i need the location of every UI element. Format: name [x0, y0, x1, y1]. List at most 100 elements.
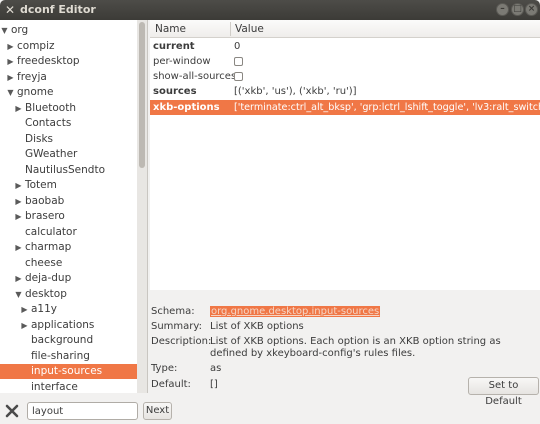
tree-item-label: calculator — [25, 225, 77, 238]
collapsed-arrow-icon[interactable]: ▶ — [14, 271, 23, 286]
key-value[interactable]: [('xkb', 'us'), ('xkb', 'ru')] — [234, 84, 357, 99]
tree-item-label: input-sources — [31, 365, 103, 377]
tree-item-calculator[interactable]: calculator — [0, 225, 137, 240]
tree-item-file-sharing[interactable]: file-sharing — [0, 349, 137, 364]
tree-item-label: brasero — [25, 210, 65, 222]
key-name: current — [153, 41, 195, 52]
type-value: as — [210, 363, 222, 374]
expanded-arrow-icon[interactable]: ▼ — [0, 23, 9, 38]
default-label: Default: — [151, 379, 191, 390]
tree-item-brasero[interactable]: ▶ brasero — [0, 209, 137, 224]
tree-item-freyja[interactable]: ▶ freyja — [0, 70, 137, 85]
tree-item-label: GWeather — [25, 148, 78, 160]
tree-item-freedesktop[interactable]: ▶ freedesktop — [0, 54, 137, 69]
expanded-arrow-icon[interactable]: ▼ — [14, 287, 23, 302]
tree-item-interface[interactable]: interface — [0, 380, 137, 394]
collapsed-arrow-icon[interactable]: ▶ — [20, 302, 29, 317]
tree-item-label: charmap — [25, 241, 72, 253]
expanded-arrow-icon[interactable]: ▼ — [6, 85, 15, 100]
tree-item-totem[interactable]: ▶ Totem — [0, 178, 137, 193]
title-bar: ✕ dconf Editor – □ × — [0, 0, 540, 20]
tree-item-background[interactable]: background — [0, 333, 137, 348]
tree-item-charmap[interactable]: ▶ charmap — [0, 240, 137, 255]
collapsed-arrow-icon[interactable]: ▶ — [6, 70, 15, 85]
collapsed-arrow-icon[interactable]: ▶ — [14, 194, 23, 209]
tree-item-label: Contacts — [25, 117, 72, 129]
key-row-show-all-sources[interactable]: show-all-sources — [150, 69, 540, 84]
keys-list[interactable]: Name Value current 0 per-window show-all… — [150, 20, 540, 290]
tree-item-cheese[interactable]: cheese — [0, 256, 137, 271]
collapsed-arrow-icon[interactable]: ▶ — [14, 178, 23, 193]
tree-item-applications[interactable]: ▶ applications — [0, 318, 137, 333]
key-value[interactable]: 0 — [234, 39, 240, 54]
minimize-button[interactable]: – — [496, 3, 509, 16]
window-title: dconf Editor — [20, 3, 96, 16]
collapsed-arrow-icon[interactable]: ▶ — [14, 101, 23, 116]
tree-item-label: freedesktop — [17, 55, 80, 67]
key-details: Schema: org.gnome.desktop.input-sources … — [150, 297, 540, 407]
key-row-current[interactable]: current 0 — [150, 39, 540, 54]
collapsed-arrow-icon[interactable]: ▶ — [6, 39, 15, 54]
maximize-button[interactable]: □ — [511, 3, 524, 16]
window-close-icon[interactable]: ✕ — [5, 3, 15, 17]
column-header-name[interactable]: Name — [155, 23, 186, 35]
tree-item-a11y[interactable]: ▶ a11y — [0, 302, 137, 317]
tree-item-desktop[interactable]: ▼ desktop — [0, 287, 137, 302]
tree-item-gnome[interactable]: ▼ gnome — [0, 85, 137, 100]
schema-tree[interactable]: ▼ org ▶ compiz ▶ freedesktop ▶ freyja ▼ gnome ▶ Blu… — [0, 20, 148, 393]
close-button[interactable]: × — [525, 3, 538, 16]
tree-item-label: Bluetooth — [25, 101, 76, 114]
type-label: Type: — [151, 363, 178, 374]
tree-item-contacts[interactable]: Contacts — [0, 116, 137, 131]
tree-item-label: Totem — [25, 179, 57, 191]
key-row-sources[interactable]: sources [('xkb', 'us'), ('xkb', 'ru')] — [150, 84, 540, 99]
tree-item-disks[interactable]: Disks — [0, 132, 137, 147]
next-button[interactable]: Next — [143, 402, 172, 420]
collapsed-arrow-icon[interactable]: ▶ — [14, 209, 23, 224]
tree-item-label: a11y — [31, 303, 58, 315]
keys-header: Name Value — [150, 20, 540, 38]
tree-item-label: compiz — [17, 39, 55, 52]
tree-item-label: baobab — [25, 194, 65, 207]
set-to-default-button[interactable]: Set to Default — [468, 377, 539, 407]
search-bar: Next — [0, 398, 540, 424]
column-header-value[interactable]: Value — [235, 23, 264, 35]
tree-item-baobab[interactable]: ▶ baobab — [0, 194, 137, 209]
description-label: Description: — [151, 336, 212, 347]
tree-item-label: applications — [31, 318, 95, 331]
tree-item-input-sources[interactable]: input-sources — [0, 364, 137, 379]
default-value: [] — [210, 379, 218, 390]
tree-item-label: file-sharing — [31, 349, 90, 362]
close-icon[interactable] — [5, 404, 19, 418]
tree-item-label: desktop — [25, 287, 67, 300]
schema-label: Schema: — [151, 306, 195, 317]
summary-label: Summary: — [151, 321, 202, 332]
tree-item-org[interactable]: ▼ org — [0, 23, 137, 38]
collapsed-arrow-icon[interactable]: ▶ — [20, 318, 29, 333]
key-name: sources — [153, 86, 197, 97]
tree-item-label: deja-dup — [25, 272, 72, 284]
tree-item-label: gnome — [17, 86, 54, 98]
key-name: per-window — [153, 56, 211, 67]
tree-item-label: cheese — [25, 256, 63, 269]
key-row-per-window[interactable]: per-window — [150, 54, 540, 69]
key-name: xkb-options — [153, 102, 220, 113]
tree-item-nautilussendto[interactable]: NautilusSendto — [0, 163, 137, 178]
tree-item-bluetooth[interactable]: ▶ Bluetooth — [0, 101, 137, 116]
tree-item-compiz[interactable]: ▶ compiz — [0, 39, 137, 54]
tree-item-label: NautilusSendto — [25, 163, 106, 176]
show-all-sources-checkbox[interactable] — [234, 72, 243, 81]
collapsed-arrow-icon[interactable]: ▶ — [14, 240, 23, 255]
collapsed-arrow-icon[interactable]: ▶ — [6, 54, 15, 69]
tree-scrollbar-thumb[interactable] — [139, 22, 145, 168]
tree-item-label: freyja — [17, 70, 47, 83]
search-input[interactable] — [27, 402, 138, 420]
key-value[interactable]: ['terminate:ctrl_alt_bksp', 'grp:lctrl_l… — [234, 100, 540, 115]
per-window-checkbox[interactable] — [234, 57, 243, 66]
schema-value: org.gnome.desktop.input-sources — [210, 306, 381, 317]
key-row-xkb-options[interactable]: xkb-options ['terminate:ctrl_alt_bksp', … — [150, 100, 540, 115]
tree-item-gweather[interactable]: GWeather — [0, 147, 137, 162]
tree-item-deja-dup[interactable]: ▶ deja-dup — [0, 271, 137, 286]
tree-item-label: background — [31, 334, 94, 346]
tree-item-label: interface — [31, 380, 78, 393]
